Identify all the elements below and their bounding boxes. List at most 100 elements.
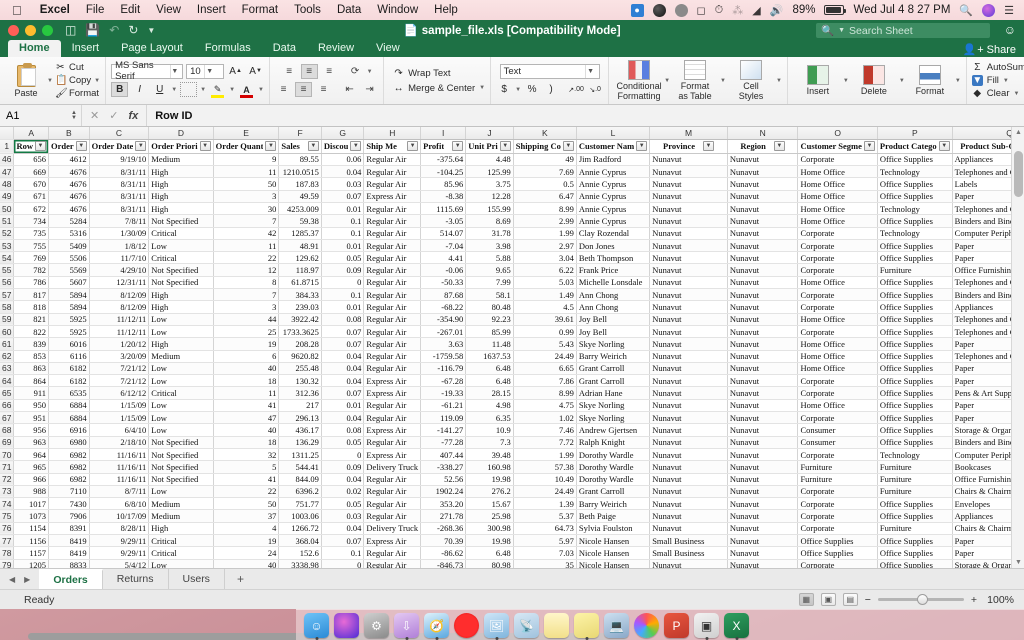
table-cell[interactable]: 31.78 xyxy=(465,227,514,240)
number-format-select[interactable]: Text ▼ xyxy=(499,64,600,79)
table-cell[interactable]: 61.8715 xyxy=(278,276,322,290)
column-header-i[interactable]: I xyxy=(420,127,467,140)
table-cell[interactable]: 22 xyxy=(213,251,280,265)
table-cell[interactable]: Nunavut xyxy=(649,411,728,425)
table-cell[interactable]: Corporate xyxy=(797,509,878,523)
table-cell[interactable]: Nunavut xyxy=(727,436,799,449)
filter-dropdown-icon[interactable]: ▼ xyxy=(499,141,511,152)
header-cell-order-id[interactable]: Order ▼ xyxy=(48,139,90,154)
table-cell[interactable]: 8/12/09 xyxy=(89,288,150,302)
table-cell[interactable]: Not Specified xyxy=(148,263,214,277)
table-cell[interactable]: Nunavut xyxy=(649,177,728,191)
table-cell[interactable]: 0.04 xyxy=(321,362,365,376)
table-cell[interactable]: Nunavut xyxy=(727,386,799,400)
preview-icon[interactable]: 🖼 xyxy=(484,613,509,640)
table-cell[interactable]: Office Supplies xyxy=(877,177,953,191)
table-cell[interactable]: Critical xyxy=(148,386,214,400)
table-cell[interactable]: Regular Air xyxy=(363,313,422,326)
table-cell[interactable]: Nunavut xyxy=(727,214,799,228)
table-cell[interactable]: -3.05 xyxy=(420,214,467,228)
scroll-down-icon[interactable]: ▼ xyxy=(1015,559,1022,566)
table-cell[interactable]: Nunavut xyxy=(649,325,728,339)
table-cell[interactable]: 3 xyxy=(213,300,280,314)
table-cell[interactable]: Low xyxy=(148,485,214,499)
table-cell[interactable]: 0 xyxy=(321,276,365,290)
menu-item-format[interactable]: Format xyxy=(234,4,286,16)
table-cell[interactable]: Joy Bell xyxy=(576,313,651,326)
table-cell[interactable]: 965 xyxy=(13,460,49,474)
row-header[interactable]: 79 xyxy=(0,559,15,568)
table-cell[interactable]: 8/7/11 xyxy=(89,485,150,499)
table-cell[interactable]: 0.1 xyxy=(321,288,365,302)
header-cell-region[interactable]: Region ▼ xyxy=(727,139,799,154)
table-cell[interactable]: Nunavut xyxy=(649,497,728,511)
table-cell[interactable]: 24.49 xyxy=(513,485,577,499)
row-header[interactable]: 75 xyxy=(0,509,15,523)
table-cell[interactable]: Dorothy Wardle xyxy=(576,460,651,474)
table-cell[interactable]: -8.38 xyxy=(420,190,467,203)
table-cell[interactable]: Regular Air xyxy=(363,399,422,413)
table-cell[interactable]: Corporate xyxy=(797,386,878,400)
system-preferences-icon[interactable]: ⚙ xyxy=(364,613,389,638)
table-cell[interactable]: 3338.98 xyxy=(278,559,322,568)
table-cell[interactable]: -86.62 xyxy=(420,546,467,560)
table-cell[interactable]: 368.04 xyxy=(278,534,322,548)
table-cell[interactable]: 2/18/10 xyxy=(89,436,150,449)
table-cell[interactable]: 6980 xyxy=(48,436,90,449)
table-cell[interactable]: 818 xyxy=(13,300,49,314)
percent-format-button[interactable]: % xyxy=(524,82,540,97)
table-cell[interactable]: Home Office xyxy=(797,337,878,351)
table-cell[interactable]: Dorothy Wardle xyxy=(576,448,651,462)
table-cell[interactable]: 8/31/11 xyxy=(89,202,150,216)
table-cell[interactable]: 822 xyxy=(13,325,49,339)
table-cell[interactable]: Nunavut xyxy=(727,288,799,302)
table-cell[interactable]: Nunavut xyxy=(727,509,799,523)
table-cell[interactable]: -116.79 xyxy=(420,362,467,376)
table-cell[interactable]: High xyxy=(148,177,214,191)
increase-font-size-button[interactable]: A ▲ xyxy=(227,64,244,79)
table-cell[interactable]: Corporate xyxy=(797,153,878,167)
table-cell[interactable]: Critical xyxy=(148,546,214,560)
table-cell[interactable]: Nunavut xyxy=(727,276,799,290)
table-cell[interactable]: -61.21 xyxy=(420,399,467,413)
row-header[interactable]: 57 xyxy=(0,288,15,302)
row-header[interactable]: 63 xyxy=(0,362,15,376)
table-cell[interactable]: 1637.53 xyxy=(465,350,514,363)
table-cell[interactable]: 35 xyxy=(513,559,577,568)
finder-icon[interactable]: ☺ xyxy=(304,613,329,640)
table-cell[interactable]: Corporate xyxy=(797,251,878,265)
table-cell[interactable]: 40 xyxy=(213,559,280,568)
table-cell[interactable]: Office Supplies xyxy=(877,534,953,548)
table-cell[interactable]: 49 xyxy=(513,153,577,167)
align-center-button[interactable]: ≡ xyxy=(295,82,313,97)
table-cell[interactable]: 271.78 xyxy=(420,509,467,523)
table-cell[interactable]: 24 xyxy=(213,546,280,560)
table-cell[interactable]: 951 xyxy=(13,411,49,425)
underline-button[interactable]: U xyxy=(151,82,168,97)
table-cell[interactable]: 863 xyxy=(13,362,49,376)
filter-dropdown-icon[interactable]: ▼ xyxy=(199,141,211,152)
table-cell[interactable]: 950 xyxy=(13,399,49,413)
table-cell[interactable]: 3922.42 xyxy=(278,313,322,326)
table-cell[interactable]: 92.23 xyxy=(465,313,514,326)
table-cell[interactable]: Andrew Gjertsen xyxy=(576,423,651,437)
tab-data[interactable]: Data xyxy=(262,40,307,57)
table-cell[interactable]: 5316 xyxy=(48,227,90,240)
close-window-button[interactable] xyxy=(8,24,19,36)
table-cell[interactable]: Nunavut xyxy=(649,423,728,437)
table-cell[interactable]: 514.07 xyxy=(420,227,467,240)
table-cell[interactable]: 656 xyxy=(13,153,49,167)
table-cell[interactable]: 80.98 xyxy=(465,559,514,568)
row-header[interactable]: 59 xyxy=(0,313,15,326)
column-header-l[interactable]: L xyxy=(576,127,651,140)
table-cell[interactable]: Medium xyxy=(148,509,214,523)
remote-desktop-icon[interactable]: 📡 xyxy=(514,613,539,638)
table-cell[interactable]: 50 xyxy=(213,497,280,511)
table-cell[interactable]: 839 xyxy=(13,337,49,351)
table-cell[interactable]: Consumer xyxy=(797,436,878,449)
currency-format-button[interactable]: $ xyxy=(496,82,512,97)
table-cell[interactable]: 28.15 xyxy=(465,386,514,400)
table-cell[interactable]: Nunavut xyxy=(649,251,728,265)
name-box-stepper-icon[interactable]: ▲ ▼ xyxy=(71,110,81,121)
table-cell[interactable]: Nunavut xyxy=(649,374,728,388)
